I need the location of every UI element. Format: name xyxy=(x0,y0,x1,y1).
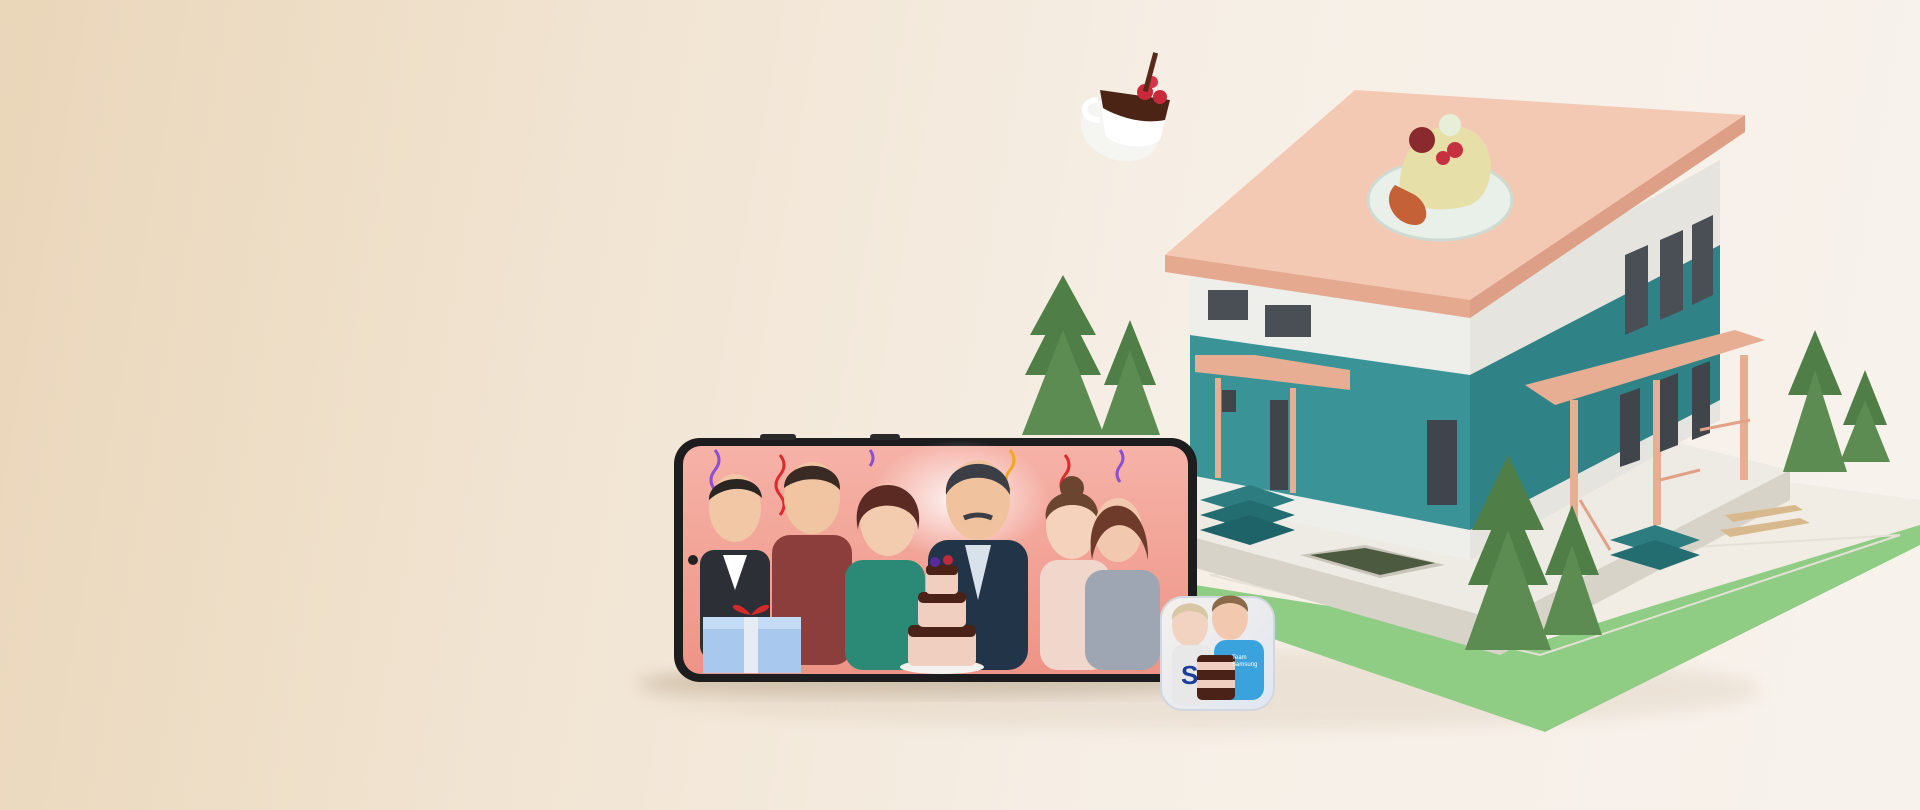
window xyxy=(1660,230,1683,320)
teacup-with-raspberries xyxy=(1081,52,1170,162)
phone-screen xyxy=(683,440,1188,674)
window xyxy=(1692,215,1713,305)
window xyxy=(1222,390,1236,412)
door xyxy=(1270,400,1288,490)
window xyxy=(1625,245,1648,335)
window xyxy=(1208,290,1248,320)
window xyxy=(1265,305,1311,337)
promo-scene xyxy=(635,52,1920,732)
window xyxy=(1427,420,1457,505)
tree xyxy=(1022,275,1104,435)
app-icon-badge-text: Team Samsung xyxy=(1232,655,1258,668)
tree xyxy=(1100,320,1160,435)
app-icon-letter: S xyxy=(1181,660,1199,690)
tree xyxy=(1840,370,1890,462)
app-icon[interactable] xyxy=(1160,595,1275,711)
front-camera xyxy=(688,555,698,565)
phone xyxy=(674,434,1197,682)
tree xyxy=(1783,330,1847,472)
